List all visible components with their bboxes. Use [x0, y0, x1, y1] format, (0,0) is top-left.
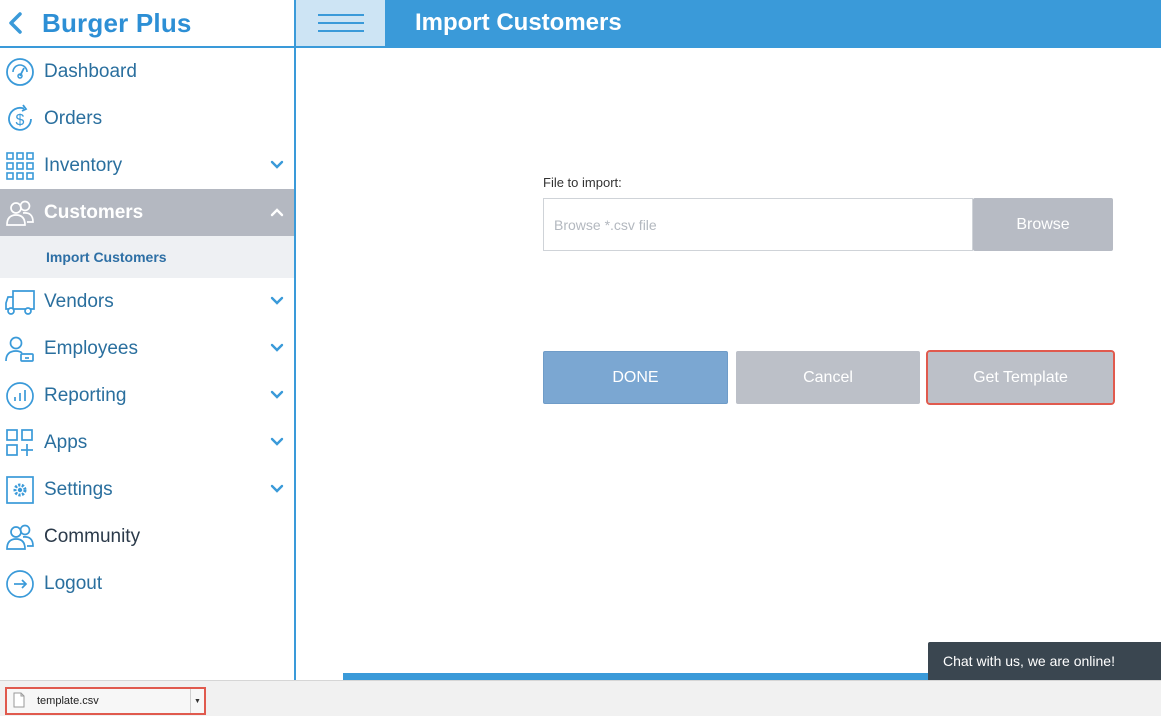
sidebar: Burger Plus Dashboard $ Orders Inventory… [0, 0, 296, 680]
employee-icon [3, 332, 37, 366]
chevron-down-icon[interactable] [268, 156, 286, 174]
downloads-shelf: template.csv ▼ [0, 680, 1161, 716]
chevron-down-icon[interactable] [268, 433, 286, 451]
sidebar-item-label: Vendors [44, 290, 114, 312]
back-chevron-icon[interactable] [8, 12, 28, 34]
community-icon [3, 520, 37, 554]
sidebar-item-label: Apps [44, 431, 88, 453]
sidebar-item-apps[interactable]: Apps [0, 419, 294, 466]
sidebar-item-customers[interactable]: Customers [0, 189, 294, 236]
sidebar-item-logout[interactable]: Logout [0, 560, 294, 607]
sidebar-item-label: Dashboard [44, 60, 137, 82]
hamburger-menu-button[interactable] [296, 0, 385, 46]
dollar-refresh-icon: $ [3, 102, 37, 136]
sidebar-item-inventory[interactable]: Inventory [0, 142, 294, 189]
dashboard-gauge-icon [3, 55, 37, 89]
footer-accent-bar [343, 673, 931, 680]
get-template-button[interactable]: Get Template [926, 350, 1115, 405]
users-icon [3, 196, 37, 230]
chevron-down-icon[interactable] [268, 339, 286, 357]
grid-icon [3, 149, 37, 183]
browse-button[interactable]: Browse [973, 198, 1113, 251]
sidebar-item-reporting[interactable]: Reporting [0, 372, 294, 419]
brand-title: Burger Plus [42, 7, 192, 38]
cancel-button[interactable]: Cancel [736, 351, 920, 404]
sidebar-item-settings[interactable]: Settings [0, 466, 294, 513]
chevron-down-icon[interactable] [268, 386, 286, 404]
sidebar-item-dashboard[interactable]: Dashboard [0, 48, 294, 95]
sidebar-item-label: Settings [44, 478, 113, 500]
sidebar-item-label: Customers [44, 201, 144, 223]
chart-circle-icon [3, 379, 37, 413]
sidebar-item-label: Community [44, 525, 141, 547]
sidebar-item-label: Orders [44, 107, 103, 129]
file-icon [13, 692, 27, 710]
sidebar-item-orders[interactable]: $ Orders [0, 95, 294, 142]
done-button[interactable]: DONE [543, 351, 728, 404]
svg-text:$: $ [16, 112, 25, 129]
truck-icon [3, 285, 37, 319]
download-item[interactable]: template.csv ▼ [5, 687, 206, 715]
chevron-up-icon[interactable] [268, 203, 286, 221]
sidebar-item-label: Logout [44, 572, 103, 594]
sidebar-item-vendors[interactable]: Vendors [0, 278, 294, 325]
hamburger-icon [317, 14, 364, 32]
top-header: Import Customers [296, 0, 1161, 48]
sidebar-item-label: Inventory [44, 154, 123, 176]
download-file-name: template.csv [37, 695, 99, 707]
gear-icon [3, 473, 37, 507]
chevron-down-icon[interactable] [268, 292, 286, 310]
sidebar-item-community[interactable]: Community [0, 513, 294, 560]
chat-widget[interactable]: Chat with us, we are online! [928, 642, 1161, 680]
brand-header: Burger Plus [0, 0, 294, 48]
chevron-down-icon[interactable] [268, 480, 286, 498]
sidebar-item-label: Reporting [44, 384, 127, 406]
sidebar-subitem-import-customers[interactable]: Import Customers [0, 236, 294, 278]
logout-icon [3, 567, 37, 601]
page-title: Import Customers [415, 9, 622, 36]
file-import-label: File to import: [543, 175, 622, 190]
caret-down-icon[interactable]: ▼ [190, 689, 204, 713]
apps-icon [3, 426, 37, 460]
sidebar-item-label: Employees [44, 337, 138, 359]
file-path-input[interactable] [543, 198, 973, 251]
sidebar-item-employees[interactable]: Employees [0, 325, 294, 372]
